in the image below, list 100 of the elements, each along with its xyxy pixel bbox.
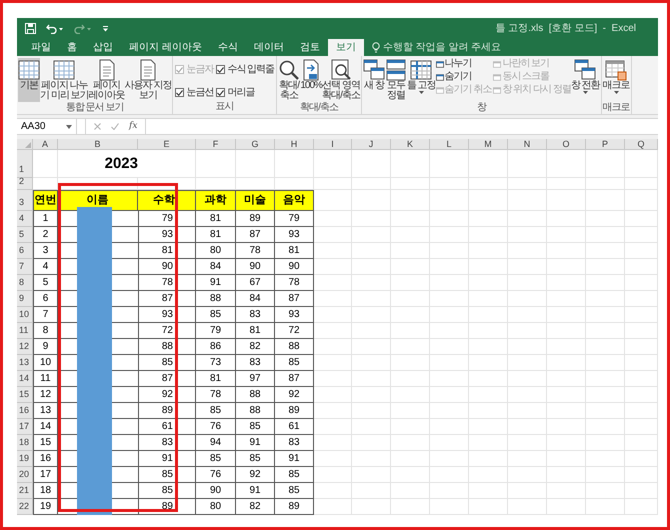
- ribbon-button[interactable]: 페이지 나누 기 미리 보기: [40, 58, 89, 102]
- row-number[interactable]: 20: [17, 467, 33, 483]
- ribbon-tab[interactable]: 홈: [59, 39, 85, 56]
- sheet-cell[interactable]: [547, 275, 586, 291]
- ribbon-tab[interactable]: 보기: [328, 39, 364, 56]
- sheet-cell[interactable]: [314, 227, 352, 243]
- sheet-cell[interactable]: [391, 190, 430, 211]
- column-header[interactable]: O: [547, 139, 586, 150]
- sheet-cell[interactable]: [352, 150, 391, 178]
- column-header[interactable]: E: [138, 139, 196, 150]
- column-header[interactable]: H: [275, 139, 314, 150]
- sheet-cell[interactable]: [586, 243, 625, 259]
- sheet-cell[interactable]: [430, 291, 469, 307]
- column-header[interactable]: G: [236, 139, 275, 150]
- sheet-cell[interactable]: [586, 259, 625, 275]
- sheet-cell[interactable]: [586, 307, 625, 323]
- row-number[interactable]: 2: [17, 178, 33, 190]
- row-number[interactable]: 15: [17, 387, 33, 403]
- sheet-cell[interactable]: [547, 467, 586, 483]
- ribbon-tab[interactable]: 파일: [23, 39, 59, 56]
- sheet-cell[interactable]: [314, 371, 352, 387]
- sheet-cell[interactable]: [547, 371, 586, 387]
- sheet-cell[interactable]: [547, 227, 586, 243]
- sheet-cell[interactable]: [508, 323, 547, 339]
- sheet-cell[interactable]: [314, 435, 352, 451]
- sheet-cell[interactable]: [586, 211, 625, 227]
- sheet-cell[interactable]: [625, 435, 658, 451]
- ribbon-button[interactable]: 틀 고정: [406, 58, 436, 102]
- ribbon-button[interactable]: 페이지 레이아웃: [88, 58, 125, 102]
- sheet-cell[interactable]: [352, 243, 391, 259]
- sheet-cell[interactable]: [508, 307, 547, 323]
- sheet-cell[interactable]: [391, 451, 430, 467]
- sheet-cell[interactable]: [352, 403, 391, 419]
- sheet-cell[interactable]: [508, 150, 547, 178]
- sheet-cell[interactable]: [391, 259, 430, 275]
- sheet-cell[interactable]: [391, 307, 430, 323]
- sheet-cell[interactable]: [469, 371, 508, 387]
- sheet-cell[interactable]: [625, 190, 658, 211]
- sheet-cell[interactable]: [314, 451, 352, 467]
- cancel-icon[interactable]: [94, 123, 101, 130]
- sheet-cell[interactable]: [352, 275, 391, 291]
- sheet-cell[interactable]: [625, 467, 658, 483]
- row-number[interactable]: 8: [17, 275, 33, 291]
- row-number[interactable]: 9: [17, 291, 33, 307]
- ribbon-tab[interactable]: 데이터: [246, 39, 292, 56]
- select-all-corner[interactable]: [17, 139, 33, 150]
- sheet-cell[interactable]: [547, 291, 586, 307]
- sheet-cell[interactable]: [314, 307, 352, 323]
- ribbon-button[interactable]: 사용자 지정 보기: [124, 58, 172, 102]
- sheet-cell[interactable]: [586, 499, 625, 515]
- ribbon-tab[interactable]: 페이지 레이아웃: [121, 39, 210, 56]
- redo-icon[interactable]: [74, 22, 92, 34]
- sheet-cell[interactable]: [469, 499, 508, 515]
- sheet-cell[interactable]: [314, 387, 352, 403]
- sheet-cell[interactable]: [430, 355, 469, 371]
- sheet-cell[interactable]: [430, 419, 469, 435]
- row-number[interactable]: 7: [17, 259, 33, 275]
- sheet-cell[interactable]: [469, 483, 508, 499]
- sheet-cell[interactable]: [469, 227, 508, 243]
- sheet-cell[interactable]: [352, 323, 391, 339]
- column-header[interactable]: B: [58, 139, 138, 150]
- sheet-cell[interactable]: [469, 307, 508, 323]
- sheet-cell[interactable]: [508, 275, 547, 291]
- sheet-cell[interactable]: [314, 355, 352, 371]
- sheet-cell[interactable]: [508, 339, 547, 355]
- sheet-cell[interactable]: [430, 499, 469, 515]
- sheet-cell[interactable]: [391, 467, 430, 483]
- sheet-cell[interactable]: [391, 339, 430, 355]
- sheet-cell[interactable]: [625, 371, 658, 387]
- sheet-cell[interactable]: [430, 178, 469, 190]
- sheet-cell[interactable]: [314, 275, 352, 291]
- sheet-cell[interactable]: [314, 499, 352, 515]
- sheet-cell[interactable]: [430, 467, 469, 483]
- row-number[interactable]: 13: [17, 355, 33, 371]
- column-header[interactable]: J: [352, 139, 391, 150]
- sheet-cell[interactable]: [469, 259, 508, 275]
- sheet-cell[interactable]: [625, 211, 658, 227]
- sheet-cell[interactable]: [625, 227, 658, 243]
- sheet-cell[interactable]: [352, 211, 391, 227]
- sheet-cell[interactable]: [430, 275, 469, 291]
- ribbon-button[interactable]: 숨기기: [436, 71, 492, 83]
- sheet-cell[interactable]: [625, 150, 658, 178]
- column-header[interactable]: N: [508, 139, 547, 150]
- sheet-cell[interactable]: [586, 355, 625, 371]
- sheet-cell[interactable]: [391, 211, 430, 227]
- sheet-cell[interactable]: [586, 190, 625, 211]
- sheet-cell[interactable]: [547, 339, 586, 355]
- sheet-cell[interactable]: [586, 451, 625, 467]
- ribbon-button[interactable]: 모두 정렬: [384, 58, 407, 102]
- sheet-cell[interactable]: [314, 419, 352, 435]
- insert-function-button[interactable]: fx: [129, 120, 138, 134]
- ribbon-tab[interactable]: 검토: [292, 39, 328, 56]
- sheet-cell[interactable]: [391, 291, 430, 307]
- ribbon-button[interactable]: 기본: [18, 58, 40, 102]
- sheet-cell[interactable]: [547, 211, 586, 227]
- undo-icon[interactable]: [46, 22, 64, 34]
- sheet-cell[interactable]: [391, 499, 430, 515]
- sheet-cell[interactable]: [236, 150, 275, 178]
- sheet-cell[interactable]: [391, 435, 430, 451]
- sheet-cell[interactable]: [314, 483, 352, 499]
